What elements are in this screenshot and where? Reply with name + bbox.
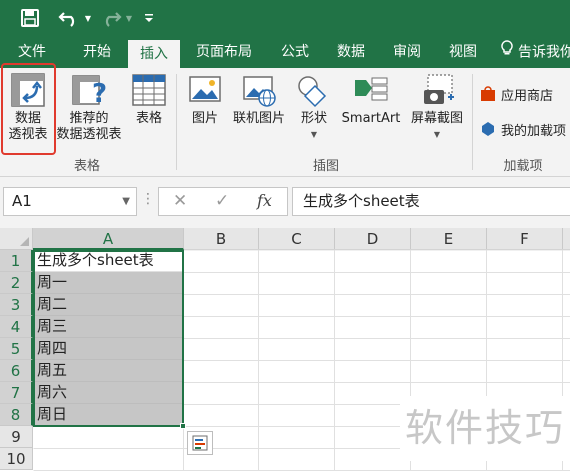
- watermark: 软件技巧: [400, 396, 570, 461]
- tell-me-label: 告诉我你: [518, 44, 570, 61]
- group-addins-label: 加载项: [503, 159, 543, 174]
- my-addins-button[interactable]: 我的加载项: [480, 119, 570, 139]
- pivot-table-highlight: [1, 63, 56, 155]
- redo-dropdown-icon[interactable]: ▼: [124, 6, 134, 30]
- group-tables-label: 表格: [73, 159, 100, 174]
- table-icon: [130, 72, 168, 108]
- my-addins-label: 我的加载项: [501, 123, 567, 139]
- worksheet-grid: A B C D E F 1 2 3 4 5 6 7 8 9 10 生成多个she…: [0, 228, 570, 471]
- quick-analysis-button[interactable]: [187, 431, 213, 455]
- recommended-pivot-label-1: 推荐的: [69, 111, 109, 126]
- svg-text:?: ?: [92, 79, 107, 108]
- store-label: 应用商店: [501, 88, 554, 104]
- picture-icon: [186, 72, 224, 108]
- quick-access-toolbar: ▼ ▼: [0, 0, 570, 37]
- addins-icon: [480, 121, 496, 137]
- tab-home[interactable]: 开始: [73, 37, 121, 68]
- cancel-icon[interactable]: ✕: [173, 191, 187, 211]
- shapes-button[interactable]: 形状 ▼: [294, 68, 334, 143]
- insert-function-button[interactable]: fx: [257, 191, 272, 210]
- screenshot-label: 屏幕截图: [410, 111, 463, 126]
- tab-page-layout[interactable]: 页面布局: [188, 37, 260, 68]
- redo-icon[interactable]: [98, 6, 124, 30]
- shapes-dropdown-icon: ▼: [310, 130, 318, 139]
- picture-button[interactable]: 图片: [184, 68, 226, 127]
- group-illustrations-label: 插图: [312, 159, 339, 174]
- table-label: 表格: [135, 111, 162, 126]
- picture-label: 图片: [191, 111, 218, 126]
- group-divider: [472, 74, 473, 170]
- online-picture-label: 联机图片: [232, 111, 285, 126]
- store-button[interactable]: 应用商店: [480, 84, 570, 104]
- online-picture-icon: [240, 72, 278, 108]
- tell-me-box[interactable]: 告诉我你: [500, 37, 570, 68]
- formula-buttons: ✕ ✓ fx: [158, 187, 288, 216]
- enter-icon[interactable]: ✓: [215, 191, 229, 211]
- formula-input[interactable]: 生成多个sheet表: [292, 187, 570, 216]
- formula-bar-grip-icon[interactable]: ⋮: [141, 191, 155, 207]
- online-picture-button[interactable]: 联机图片: [228, 68, 290, 127]
- name-box-dropdown-icon[interactable]: ▼: [122, 188, 130, 215]
- group-divider: [176, 74, 177, 170]
- recommended-pivot-button[interactable]: ? 推荐的 数据透视表: [52, 68, 126, 143]
- name-box[interactable]: A1 ▼: [3, 187, 137, 216]
- screenshot-button[interactable]: 屏幕截图 ▼: [405, 68, 469, 143]
- shapes-icon: [295, 72, 333, 108]
- store-icon: [480, 86, 496, 102]
- formula-bar: A1 ▼ ⋮ ✕ ✓ fx 生成多个sheet表: [0, 177, 570, 228]
- tab-review[interactable]: 审阅: [384, 37, 430, 68]
- smartart-label: SmartArt: [341, 111, 401, 126]
- quick-analysis-icon: [192, 435, 208, 451]
- fill-handle[interactable]: [180, 423, 186, 429]
- smartart-button[interactable]: SmartArt: [338, 68, 404, 127]
- name-box-value: A1: [12, 192, 32, 210]
- screenshot-icon: [418, 72, 456, 108]
- recommended-pivot-label-2: 数据透视表: [56, 127, 122, 142]
- customize-qat-icon[interactable]: [142, 6, 156, 30]
- ribbon-insert: 数据 透视表 ? 推荐的 数据透视表 表格 表格 图片 联机图片 形状 ▼ Sm…: [0, 63, 570, 177]
- tab-insert[interactable]: 插入: [128, 40, 180, 68]
- ribbon-tabs: 文件 开始 插入 页面布局 公式 数据 审阅 视图 告诉我你: [0, 37, 570, 68]
- shapes-label: 形状: [300, 111, 327, 126]
- screenshot-dropdown-icon: ▼: [433, 130, 441, 139]
- table-button[interactable]: 表格: [128, 68, 170, 127]
- tab-formulas[interactable]: 公式: [272, 37, 318, 68]
- recommended-pivot-icon: ?: [70, 72, 108, 109]
- save-icon[interactable]: [18, 6, 42, 30]
- tab-view[interactable]: 视图: [440, 37, 486, 68]
- lightbulb-icon: [500, 37, 514, 68]
- smartart-icon: [352, 72, 390, 108]
- tab-data[interactable]: 数据: [328, 37, 374, 68]
- undo-icon[interactable]: [56, 6, 82, 30]
- undo-dropdown-icon[interactable]: ▼: [83, 6, 93, 30]
